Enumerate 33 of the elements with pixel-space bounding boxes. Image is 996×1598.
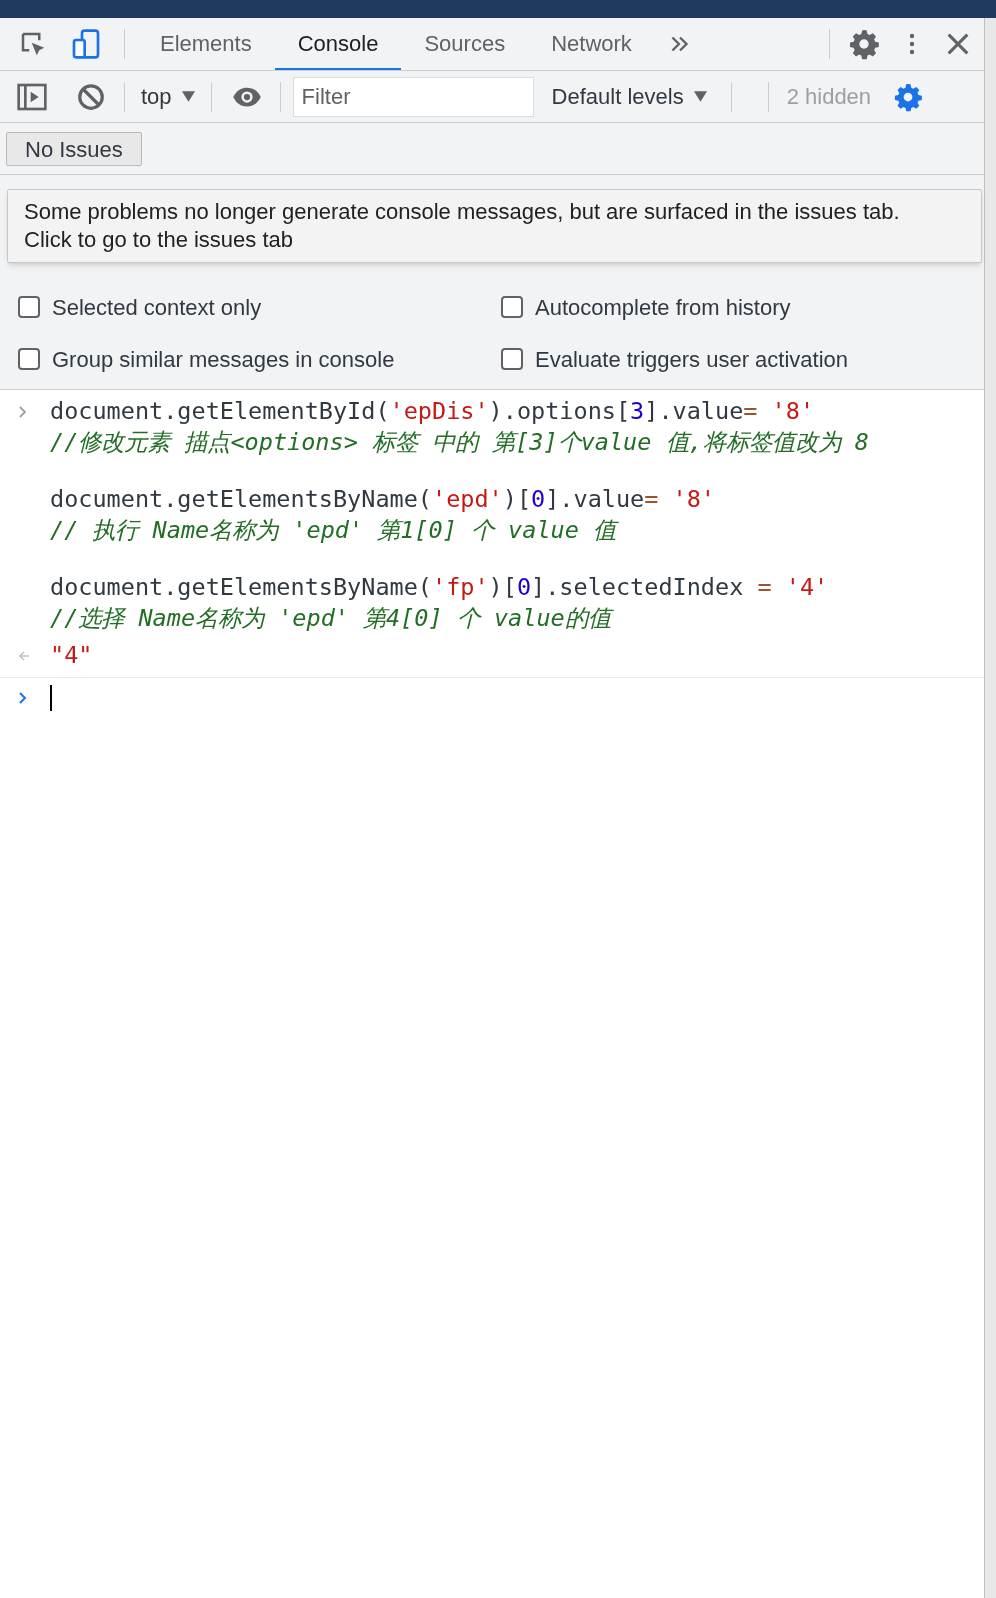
prompt-chevron-icon — [18, 691, 28, 705]
checkbox-label: Autocomplete from history — [535, 293, 791, 322]
filter-input[interactable]: Filter — [292, 76, 534, 117]
checkbox-label: Selected context only — [52, 293, 262, 322]
panel-tab[interactable]: Sources — [401, 18, 529, 70]
clear-console-icon[interactable] — [76, 81, 106, 112]
result-arrow-icon — [18, 651, 30, 661]
code-comment: //选择 Name名称为 'epd' 第4[0] 个 value的值 — [50, 603, 829, 634]
checkbox-label: Group similar messages in console — [52, 345, 395, 374]
context-dropdown[interactable]: top — [141, 80, 195, 113]
issues-button[interactable]: No Issues — [6, 131, 142, 166]
settings-icon[interactable] — [848, 28, 880, 60]
checkbox[interactable] — [501, 296, 523, 318]
panel-tab[interactable]: Network — [528, 18, 655, 70]
device-toolbar-icon[interactable] — [70, 28, 102, 60]
log-levels-dropdown[interactable]: Default levels — [551, 80, 707, 113]
checkbox-label: Evaluate triggers user activation — [535, 345, 849, 374]
settings-icon[interactable] — [893, 81, 924, 112]
checkbox[interactable] — [501, 348, 523, 370]
hidden-count: 2 hidden — [786, 83, 872, 111]
caret-icon — [181, 91, 195, 102]
code-comment: // 执行 Name名称为 'epd' 第1[0] 个 value 值 — [50, 515, 715, 546]
caret-icon — [693, 91, 707, 102]
checkbox[interactable] — [18, 296, 40, 318]
input-chevron-icon — [18, 405, 28, 419]
result-value: "4" — [50, 640, 93, 671]
issues-tooltip[interactable]: Some problems no longer generate console messages, but are surfaced in the issues tab. Click to go to the issues tab — [7, 189, 982, 263]
checkbox[interactable] — [18, 348, 40, 370]
panel-tab[interactable]: Elements — [137, 18, 275, 70]
code-comment: //修改元素 描点<options> 标签 中的 第[3]个value 值,将标签值改为 8 — [50, 427, 869, 458]
code-line: document.getElementsByName('epd')[0].value= '8' — [50, 484, 715, 515]
code-line: document.getElementsByName('fp')[0].selectedIndex = '4' — [50, 572, 829, 603]
code-line: document.getElementById('epDis').options[3].value= '8' — [50, 396, 816, 427]
